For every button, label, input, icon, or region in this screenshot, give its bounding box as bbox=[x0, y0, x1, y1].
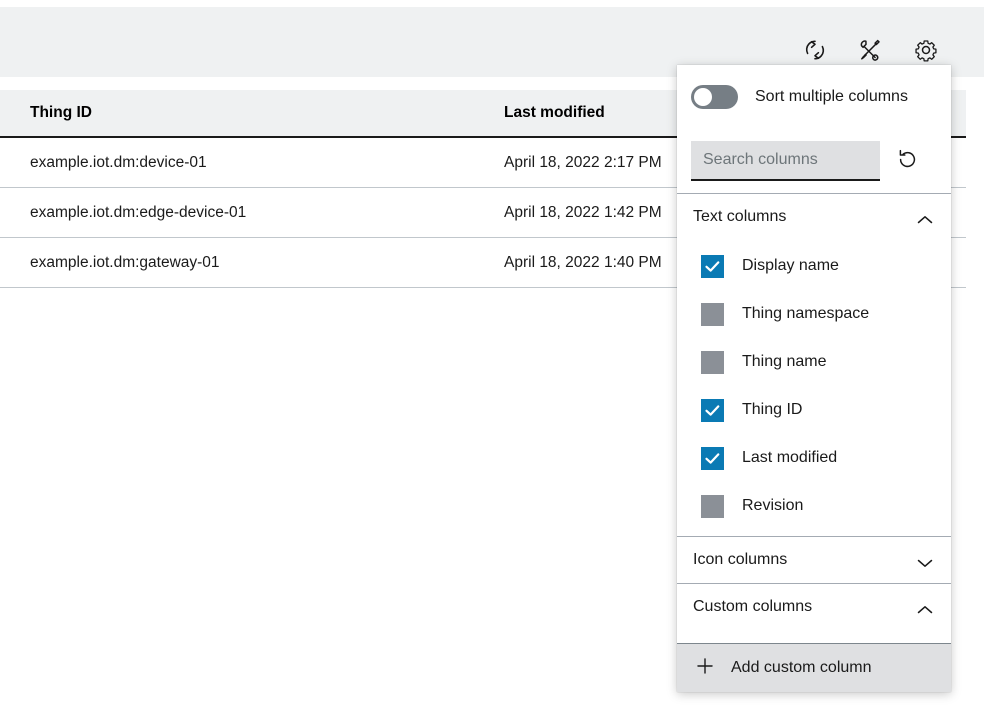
refresh-icon bbox=[802, 37, 828, 63]
reset-icon bbox=[895, 147, 920, 175]
checkbox[interactable] bbox=[701, 254, 724, 278]
add-custom-column-label: Add custom column bbox=[731, 659, 872, 676]
section-header-custom-columns[interactable]: Custom columns bbox=[677, 583, 951, 630]
checkbox[interactable] bbox=[701, 446, 724, 470]
cell-thing-id: example.iot.dm:edge-device-01 bbox=[30, 204, 247, 221]
section-header-text-columns[interactable]: Text columns bbox=[677, 193, 951, 240]
column-option-label: Thing ID bbox=[742, 401, 803, 418]
column-header-last-modified[interactable]: Last modified bbox=[504, 90, 605, 136]
check-icon bbox=[704, 258, 721, 275]
gear-icon bbox=[913, 37, 939, 63]
settings-button[interactable] bbox=[906, 30, 946, 70]
section-label: Text columns bbox=[693, 208, 787, 225]
column-option-label: Last modified bbox=[742, 449, 838, 466]
search-columns-row bbox=[677, 129, 951, 193]
section-header-icon-columns[interactable]: Icon columns bbox=[677, 536, 951, 583]
checkbox[interactable] bbox=[701, 494, 724, 518]
column-option-label: Thing namespace bbox=[742, 305, 870, 322]
column-option-label: Revision bbox=[742, 497, 804, 514]
section-label: Custom columns bbox=[693, 598, 813, 615]
check-icon bbox=[704, 402, 721, 419]
section-label: Icon columns bbox=[693, 551, 788, 568]
chevron-up-icon bbox=[917, 602, 933, 614]
column-option-thing-id[interactable]: Thing ID bbox=[677, 386, 951, 434]
cell-last-modified: April 18, 2022 1:42 PM bbox=[504, 204, 662, 221]
cell-thing-id: example.iot.dm:device-01 bbox=[30, 154, 207, 171]
checkbox[interactable] bbox=[701, 398, 724, 422]
column-option-thing-name[interactable]: Thing name bbox=[677, 338, 951, 386]
sort-multiple-columns-label: Sort multiple columns bbox=[755, 88, 908, 105]
reset-columns-button[interactable] bbox=[887, 141, 927, 181]
cell-last-modified: April 18, 2022 2:17 PM bbox=[504, 154, 662, 171]
column-header-thing-id[interactable]: Thing ID bbox=[30, 90, 92, 136]
column-option-thing-namespace[interactable]: Thing namespace bbox=[677, 290, 951, 338]
toggle-knob bbox=[694, 88, 712, 106]
cell-thing-id: example.iot.dm:gateway-01 bbox=[30, 254, 220, 271]
checkbox[interactable] bbox=[701, 302, 724, 326]
cell-last-modified: April 18, 2022 1:40 PM bbox=[504, 254, 662, 271]
chevron-down-icon bbox=[917, 555, 933, 567]
sort-multiple-columns-row[interactable]: Sort multiple columns bbox=[677, 65, 951, 129]
column-option-label: Thing name bbox=[742, 353, 827, 370]
column-option-last-modified[interactable]: Last modified bbox=[677, 434, 951, 482]
column-option-label: Display name bbox=[742, 257, 839, 274]
plus-icon bbox=[695, 656, 715, 681]
search-columns-input[interactable] bbox=[691, 141, 880, 181]
checkbox[interactable] bbox=[701, 350, 724, 374]
column-option-revision[interactable]: Revision bbox=[677, 482, 951, 530]
text-columns-list: Display name Thing namespace Thing name bbox=[677, 240, 951, 536]
add-custom-column-button[interactable]: Add custom column bbox=[677, 643, 951, 692]
column-settings-panel: Sort multiple columns Text columns bbox=[677, 65, 951, 692]
panel-sections: Text columns Display name Thing namespac… bbox=[677, 193, 951, 643]
sort-multiple-columns-toggle[interactable] bbox=[691, 85, 738, 109]
column-option-display-name[interactable]: Display name bbox=[677, 242, 951, 290]
tools-icon bbox=[857, 37, 883, 63]
chevron-up-icon bbox=[917, 212, 933, 224]
refresh-button[interactable] bbox=[795, 30, 835, 70]
check-icon bbox=[704, 450, 721, 467]
tools-button[interactable] bbox=[850, 30, 890, 70]
